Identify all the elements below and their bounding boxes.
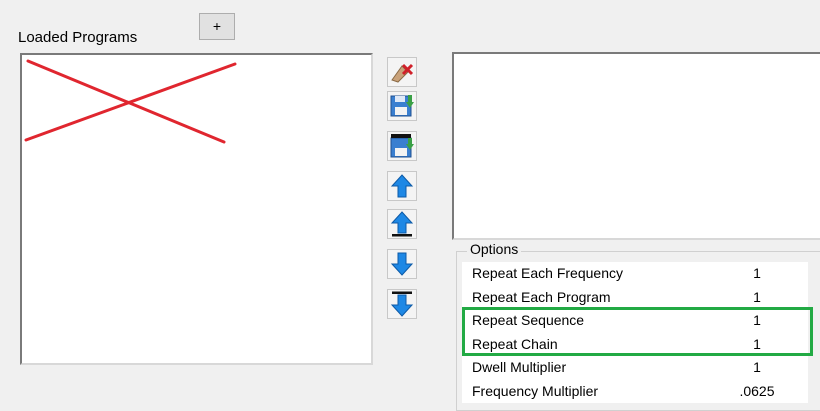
move-up-icon: [390, 174, 414, 198]
add-program-button[interactable]: +: [199, 13, 235, 40]
program-details-box[interactable]: [452, 52, 820, 240]
move-top-button[interactable]: [387, 209, 417, 239]
option-label: Frequency Multiplier: [472, 382, 599, 399]
options-title: Options: [467, 241, 522, 257]
delete-program-icon: [391, 63, 414, 83]
save-chain-button[interactable]: [387, 131, 417, 161]
option-label: Repeat Each Program: [472, 288, 611, 305]
option-label: Dwell Multiplier: [472, 359, 567, 375]
red-x-annotation-icon: [24, 59, 237, 144]
move-bottom-button[interactable]: [387, 289, 417, 319]
move-up-button[interactable]: [387, 171, 417, 201]
option-value[interactable]: 1: [717, 356, 797, 380]
save-icon: [390, 95, 414, 117]
save-chain-icon: [390, 134, 414, 158]
loaded-programs-label: Loaded Programs: [18, 29, 138, 46]
option-row-repeat-each-program[interactable]: Repeat Each Program 1: [462, 286, 808, 310]
option-row-dwell-multiplier[interactable]: Dwell Multiplier 1: [462, 356, 808, 380]
option-value[interactable]: 1: [717, 286, 797, 310]
option-row-frequency-multiplier[interactable]: Frequency Multiplier .0625: [462, 380, 808, 404]
move-top-icon: [390, 211, 414, 237]
highlight-box: [462, 307, 813, 356]
delete-program-button[interactable]: [387, 57, 417, 87]
save-button[interactable]: [387, 91, 417, 121]
move-down-icon: [390, 252, 414, 276]
option-row-repeat-each-frequency[interactable]: Repeat Each Frequency 1: [462, 262, 808, 286]
move-down-button[interactable]: [387, 249, 417, 279]
option-label: Repeat Each Frequency: [472, 265, 623, 281]
move-bottom-icon: [390, 291, 414, 317]
option-value[interactable]: .0625: [717, 380, 797, 404]
option-value[interactable]: 1: [717, 262, 797, 286]
